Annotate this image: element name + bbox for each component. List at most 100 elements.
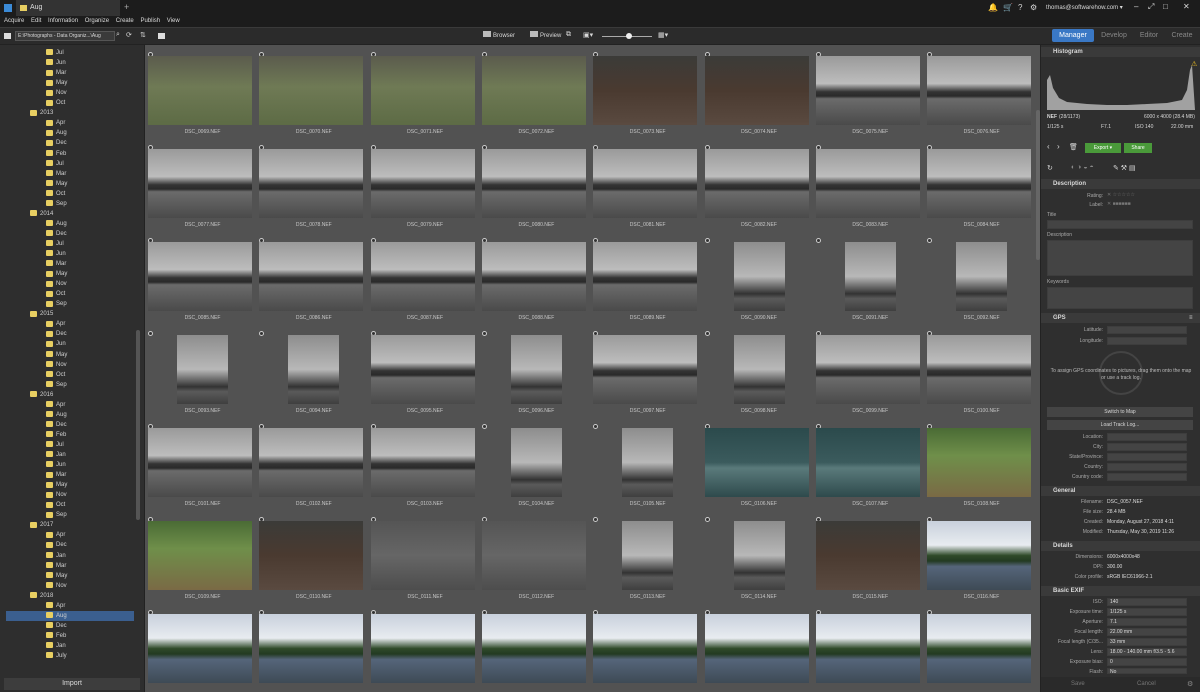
tree-month[interactable]: Dec [46, 229, 134, 239]
thumbnail-cell[interactable] [147, 609, 258, 692]
tree-month[interactable]: Apr [46, 319, 134, 329]
thumbnail-cell[interactable]: DSC_0088.NEF [481, 237, 592, 329]
tree-month[interactable]: Nov [46, 490, 134, 500]
photo-thumbnail[interactable] [927, 56, 1032, 125]
select-checkbox[interactable] [593, 424, 599, 429]
rating-stars[interactable]: ✕ ☆☆☆☆☆ [1107, 192, 1135, 198]
color-labels[interactable]: ✕ ■■■■■■ [1107, 201, 1131, 207]
tree-month[interactable]: Jul [46, 48, 134, 58]
filter-icon[interactable]: ▣▾ [583, 31, 593, 39]
gps-header[interactable]: GPS [1041, 313, 1200, 323]
photo-thumbnail[interactable] [370, 56, 475, 125]
exposure-time-value[interactable]: 1/125 s [1107, 608, 1187, 616]
photo-thumbnail[interactable] [481, 56, 586, 125]
import-button[interactable]: Import [4, 678, 140, 690]
thumbnail-cell[interactable]: DSC_0083.NEF [815, 144, 926, 236]
photo-thumbnail[interactable] [259, 242, 364, 311]
country-code-field[interactable] [1107, 473, 1187, 481]
tree-month[interactable]: Jan [46, 551, 134, 561]
tree-month[interactable]: Mar [46, 68, 134, 78]
tree-month[interactable]: Apr [46, 601, 134, 611]
photo-thumbnail[interactable] [593, 614, 698, 683]
thumbnail-cell[interactable]: DSC_0096.NEF [481, 330, 592, 422]
tree-year[interactable]: 2015 [30, 309, 134, 319]
tree-month[interactable]: Nov [46, 88, 134, 98]
thumbnail-cell[interactable]: DSC_0099.NEF [815, 330, 926, 422]
thumbnail-cell[interactable]: DSC_0114.NEF [704, 516, 815, 608]
thumbnail-cell[interactable] [926, 609, 1037, 692]
tree-month[interactable]: Oct [46, 500, 134, 510]
thumbnail-cell[interactable]: DSC_0091.NEF [815, 237, 926, 329]
thumbnail-cell[interactable]: DSC_0081.NEF [592, 144, 703, 236]
tree-month[interactable]: May [46, 350, 134, 360]
thumbnail-cell[interactable]: DSC_0116.NEF [926, 516, 1037, 608]
tree-month[interactable]: Apr [46, 530, 134, 540]
photo-thumbnail[interactable] [148, 56, 252, 125]
select-checkbox[interactable] [593, 517, 599, 522]
exposure-bias-value[interactable]: 0 [1107, 658, 1187, 666]
menu-information[interactable]: Information [48, 16, 78, 27]
exif-header[interactable]: Basic EXIF [1041, 586, 1200, 596]
tab-aug[interactable]: Aug [16, 0, 120, 16]
photo-thumbnail[interactable] [622, 521, 674, 590]
thumbnail-cell[interactable]: DSC_0073.NEF [592, 51, 703, 143]
photo-thumbnail[interactable] [815, 521, 920, 590]
photo-thumbnail[interactable] [815, 614, 920, 683]
user-email[interactable]: thomas@softwarehow.com ▾ [1046, 4, 1123, 11]
thumbnail-cell[interactable]: DSC_0080.NEF [481, 144, 592, 236]
thumbnail-cell[interactable] [592, 609, 703, 692]
thumbnail-cell[interactable]: DSC_0109.NEF [147, 516, 258, 608]
thumbnail-cell[interactable]: DSC_0077.NEF [147, 144, 258, 236]
tree-month[interactable]: Oct [46, 370, 134, 380]
prev-icon[interactable]: ‹ [1047, 142, 1050, 151]
thumbnail-cell[interactable]: DSC_0095.NEF [370, 330, 481, 422]
location-field[interactable] [1107, 433, 1187, 441]
thumbnail-cell[interactable]: DSC_0069.NEF [147, 51, 258, 143]
photo-thumbnail[interactable] [733, 335, 785, 404]
thumbnail-cell[interactable]: DSC_0106.NEF [704, 423, 815, 515]
photo-thumbnail[interactable] [704, 614, 809, 683]
tree-month[interactable]: May [46, 78, 134, 88]
edit-tools-icon[interactable]: ◐ ◑ ◒ ◓ [1071, 164, 1094, 171]
photo-thumbnail[interactable] [370, 428, 475, 497]
minimize-button[interactable]: – [1134, 2, 1138, 11]
tree-month[interactable]: Oct [46, 189, 134, 199]
select-checkbox[interactable] [148, 331, 153, 336]
select-checkbox[interactable] [704, 517, 710, 522]
switch-to-map-button[interactable]: Switch to Map [1047, 407, 1193, 417]
thumbnail-cell[interactable]: DSC_0103.NEF [370, 423, 481, 515]
tree-month[interactable]: Apr [46, 400, 134, 410]
photo-thumbnail[interactable] [481, 149, 586, 218]
description-header[interactable]: Description [1041, 179, 1200, 189]
mode-editor[interactable]: Editor [1134, 29, 1164, 42]
tree-month[interactable]: Dec [46, 420, 134, 430]
photo-thumbnail[interactable] [815, 56, 920, 125]
tree-month[interactable]: Feb [46, 149, 134, 159]
thumbnail-cell[interactable]: DSC_0105.NEF [592, 423, 703, 515]
cancel-button[interactable]: Cancel [1137, 681, 1156, 687]
thumbnail-cell[interactable] [815, 609, 926, 692]
thumbnail-cell[interactable]: DSC_0074.NEF [704, 51, 815, 143]
mode-create[interactable]: Create [1166, 29, 1198, 42]
select-checkbox[interactable] [704, 331, 710, 336]
tree-month[interactable]: Dec [46, 540, 134, 550]
gps-menu-icon[interactable]: ≡ [1189, 315, 1193, 321]
preview-button[interactable]: Preview [530, 31, 561, 41]
menu-publish[interactable]: Publish [140, 16, 160, 27]
thumbnail-cell[interactable]: DSC_0072.NEF [481, 51, 592, 143]
thumbnail-cell[interactable] [704, 609, 815, 692]
photo-thumbnail[interactable] [481, 242, 586, 311]
thumbnail-cell[interactable]: DSC_0071.NEF [370, 51, 481, 143]
photo-thumbnail[interactable] [370, 614, 475, 683]
select-checkbox[interactable] [259, 331, 265, 336]
grid-view-icon[interactable]: ▦▾ [658, 31, 668, 39]
keywords-field[interactable] [1047, 287, 1193, 309]
thumbnail-cell[interactable]: DSC_0070.NEF [258, 51, 369, 143]
country-field[interactable] [1107, 463, 1187, 471]
histogram-header[interactable]: Histogram [1041, 47, 1200, 57]
photo-thumbnail[interactable] [259, 521, 364, 590]
photo-thumbnail[interactable] [593, 56, 698, 125]
new-tab-button[interactable]: + [124, 2, 129, 12]
tree-month[interactable]: Aug [46, 410, 134, 420]
zoom-slider-handle[interactable] [626, 33, 632, 39]
